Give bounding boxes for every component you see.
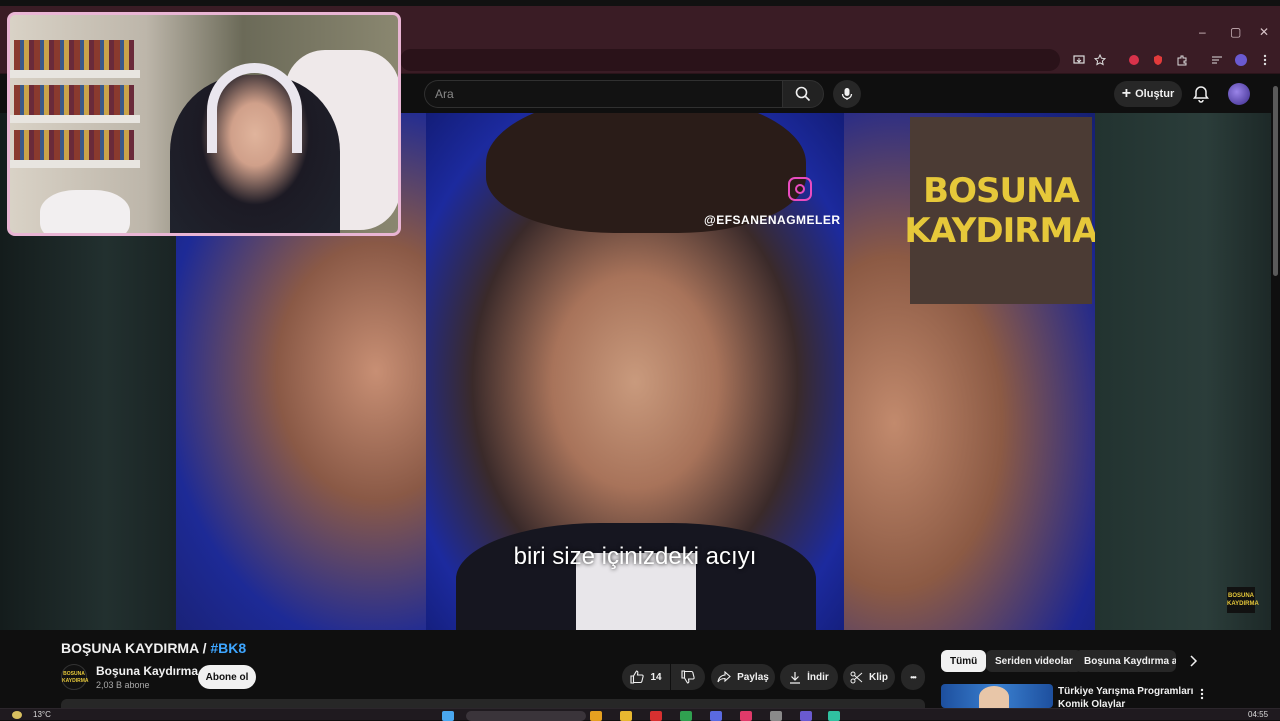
thumbs-down-icon (681, 670, 695, 684)
more-actions-button[interactable]: ••• (901, 664, 925, 690)
bookshelf-books (14, 85, 134, 115)
close-window-button[interactable]: ✕ (1259, 25, 1269, 39)
channel-avatar-line-2: KAYDIRMA (62, 678, 89, 684)
player-ambient-right (1095, 113, 1280, 630)
watermark-line-2: KAYDIRMA (1227, 601, 1259, 607)
address-omnibox[interactable] (400, 49, 1060, 71)
search-input[interactable]: Ara (424, 80, 782, 108)
headphones (207, 63, 302, 153)
weather-temperature[interactable]: 13°C (33, 710, 51, 719)
minimize-button[interactable]: – (1199, 25, 1206, 39)
dislike-button[interactable] (671, 664, 705, 690)
chip-series-videos[interactable]: Seriden videolar (986, 650, 1082, 672)
download-button[interactable]: İndir (780, 664, 838, 690)
extension-shield-icon[interactable] (1150, 52, 1166, 68)
page-scrollbar[interactable] (1271, 74, 1280, 708)
channel-name-link[interactable]: Boşuna Kaydırma (96, 664, 198, 678)
clip-label: Klip (869, 671, 888, 683)
video-title: BOŞUNA KAYDIRMA / #BK8 (61, 640, 246, 656)
more-dots-icon: ••• (910, 672, 916, 682)
share-arrow-icon (717, 671, 731, 683)
bookshelf-shelf (10, 70, 140, 78)
clip-button[interactable]: Klip (843, 664, 895, 690)
bookshelf-shelf (10, 160, 140, 168)
voice-search-button[interactable] (833, 80, 861, 108)
extensions-puzzle-icon[interactable] (1174, 52, 1190, 68)
like-count: 14 (650, 671, 662, 683)
scissors-icon (850, 671, 863, 683)
create-label: Oluştur (1135, 88, 1175, 100)
maximize-button[interactable]: ▢ (1230, 25, 1241, 39)
channel-avatar-line-1: BOSUNA (63, 671, 85, 677)
channel-logo-overlay: BOSUNA KAYDIRMA (904, 117, 1099, 304)
microphone-icon (841, 88, 853, 100)
create-button[interactable]: + Oluştur (1114, 81, 1182, 107)
bookshelf-books (14, 130, 134, 160)
weather-icon (12, 711, 22, 719)
subscribe-button[interactable]: Abone ol (198, 665, 256, 689)
thumbnail-person (979, 686, 1009, 708)
bookshelf-books (14, 40, 134, 70)
related-more-menu-icon[interactable] (1200, 687, 1208, 701)
overlay-handle: @EFSANENAGMELER (704, 213, 841, 227)
search-button[interactable] (782, 80, 824, 108)
bookshelf-shelf (10, 115, 140, 123)
download-icon (790, 671, 801, 684)
chip-all[interactable]: Tümü (941, 650, 987, 672)
windows-taskbar: 13°C 04:55 (0, 708, 1280, 721)
instagram-icon (788, 177, 812, 201)
taskbar-clock[interactable]: 04:55 (1248, 710, 1268, 719)
scrollbar-thumb[interactable] (1273, 86, 1278, 276)
plush-toy (40, 190, 130, 233)
video-subtitle: biri size içinizdeki acıyı (513, 543, 757, 570)
download-label: İndir (807, 671, 829, 683)
chip-channel[interactable]: Boşuna Kaydırma adl (1075, 650, 1176, 672)
logo-line-2: KAYDIRMA (904, 210, 1098, 251)
related-video-thumbnail[interactable] (941, 684, 1053, 708)
streamer-webcam (7, 12, 401, 236)
notifications-bell-icon[interactable] (1192, 85, 1210, 103)
install-app-icon[interactable] (1071, 52, 1087, 68)
video-title-text: BOŞUNA KAYDIRMA / (61, 640, 207, 656)
share-button[interactable]: Paylaş (711, 664, 775, 690)
video-hashtag-link[interactable]: #BK8 (210, 640, 246, 656)
channel-avatar[interactable]: BOSUNA KAYDIRMA (61, 664, 89, 690)
video-frame: @EFSANENAGMELER biri size içinizdeki acı… (426, 113, 844, 630)
plus-icon: + (1121, 85, 1132, 102)
subscriber-count: 2,03 B abone (96, 680, 150, 690)
bookmark-star-icon[interactable] (1092, 52, 1108, 68)
channel-watermark[interactable]: BOSUNA KAYDIRMA (1227, 587, 1259, 613)
chips-next-chevron-icon[interactable] (1186, 654, 1200, 668)
browser-menu-icon[interactable] (1257, 52, 1273, 68)
like-button[interactable]: 14 (622, 664, 670, 690)
watermark-line-1: BOSUNA (1227, 593, 1254, 599)
account-avatar[interactable] (1228, 83, 1250, 105)
profile-avatar-icon[interactable] (1233, 52, 1249, 68)
extension-red-icon[interactable] (1126, 52, 1142, 68)
logo-line-1: BOSUNA (923, 170, 1080, 211)
search-icon (795, 86, 811, 102)
share-label: Paylaş (737, 671, 769, 683)
media-queue-icon[interactable] (1209, 52, 1225, 68)
thumbs-up-icon (630, 670, 645, 684)
